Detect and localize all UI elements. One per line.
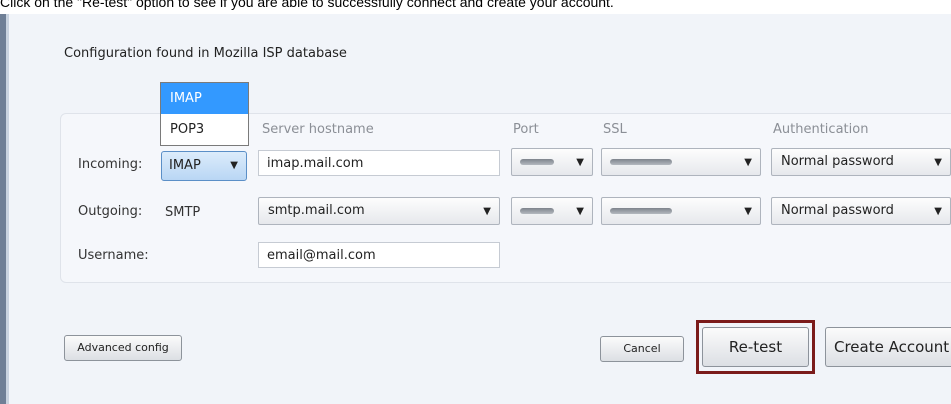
outgoing-hostname-value: smtp.mail.com xyxy=(268,203,365,218)
outgoing-port-select[interactable]: ▼ xyxy=(511,197,593,225)
config-found-heading: Configuration found in Mozilla ISP datab… xyxy=(64,46,347,61)
column-header-hostname: Server hostname xyxy=(262,122,374,137)
redacted-ssl-value xyxy=(610,159,672,165)
column-header-authentication: Authentication xyxy=(773,122,869,137)
incoming-hostname-input[interactable]: imap.mail.com xyxy=(258,150,500,176)
incoming-port-select[interactable]: ▼ xyxy=(511,148,593,176)
outgoing-authentication-select[interactable]: Normal password ▼ xyxy=(771,197,951,225)
outgoing-ssl-select[interactable]: ▼ xyxy=(601,197,761,225)
outgoing-hostname-select[interactable]: smtp.mail.com ▼ xyxy=(258,197,500,225)
redacted-port-value xyxy=(520,208,554,214)
redacted-port-value xyxy=(520,159,554,165)
chevron-down-icon: ▼ xyxy=(744,206,752,217)
cancel-button[interactable]: Cancel xyxy=(600,336,684,362)
incoming-authentication-select[interactable]: Normal password ▼ xyxy=(771,148,951,176)
incoming-label: Incoming: xyxy=(78,157,143,172)
username-label: Username: xyxy=(78,248,149,263)
create-account-button[interactable]: Create Account xyxy=(825,327,951,367)
chevron-down-icon: ▼ xyxy=(744,157,752,168)
retest-highlight-frame xyxy=(696,320,815,374)
outgoing-label: Outgoing: xyxy=(78,204,143,219)
incoming-authentication-value: Normal password xyxy=(781,154,894,169)
instruction-caption: Click on the "Re-test" option to see if … xyxy=(0,0,614,10)
username-input[interactable]: email@mail.com xyxy=(258,242,500,268)
protocol-option-imap[interactable]: IMAP xyxy=(161,83,248,114)
protocol-option-pop3[interactable]: POP3 xyxy=(161,114,248,145)
advanced-config-button[interactable]: Advanced config xyxy=(64,335,182,361)
chevron-down-icon: ▼ xyxy=(483,206,491,217)
column-header-ssl: SSL xyxy=(603,122,627,137)
chevron-down-icon: ▼ xyxy=(230,160,238,171)
outgoing-protocol-label: SMTP xyxy=(165,205,201,220)
incoming-protocol-value: IMAP xyxy=(169,158,201,173)
chevron-down-icon: ▼ xyxy=(934,206,942,217)
protocol-dropdown-list: IMAP POP3 xyxy=(160,82,249,146)
chevron-down-icon: ▼ xyxy=(576,157,584,168)
redacted-ssl-value xyxy=(610,208,672,214)
chevron-down-icon: ▼ xyxy=(576,206,584,217)
chevron-down-icon: ▼ xyxy=(934,157,942,168)
outgoing-authentication-value: Normal password xyxy=(781,203,894,218)
column-header-port: Port xyxy=(513,122,539,137)
incoming-ssl-select[interactable]: ▼ xyxy=(601,148,761,176)
incoming-protocol-select[interactable]: IMAP ▼ xyxy=(161,151,247,181)
